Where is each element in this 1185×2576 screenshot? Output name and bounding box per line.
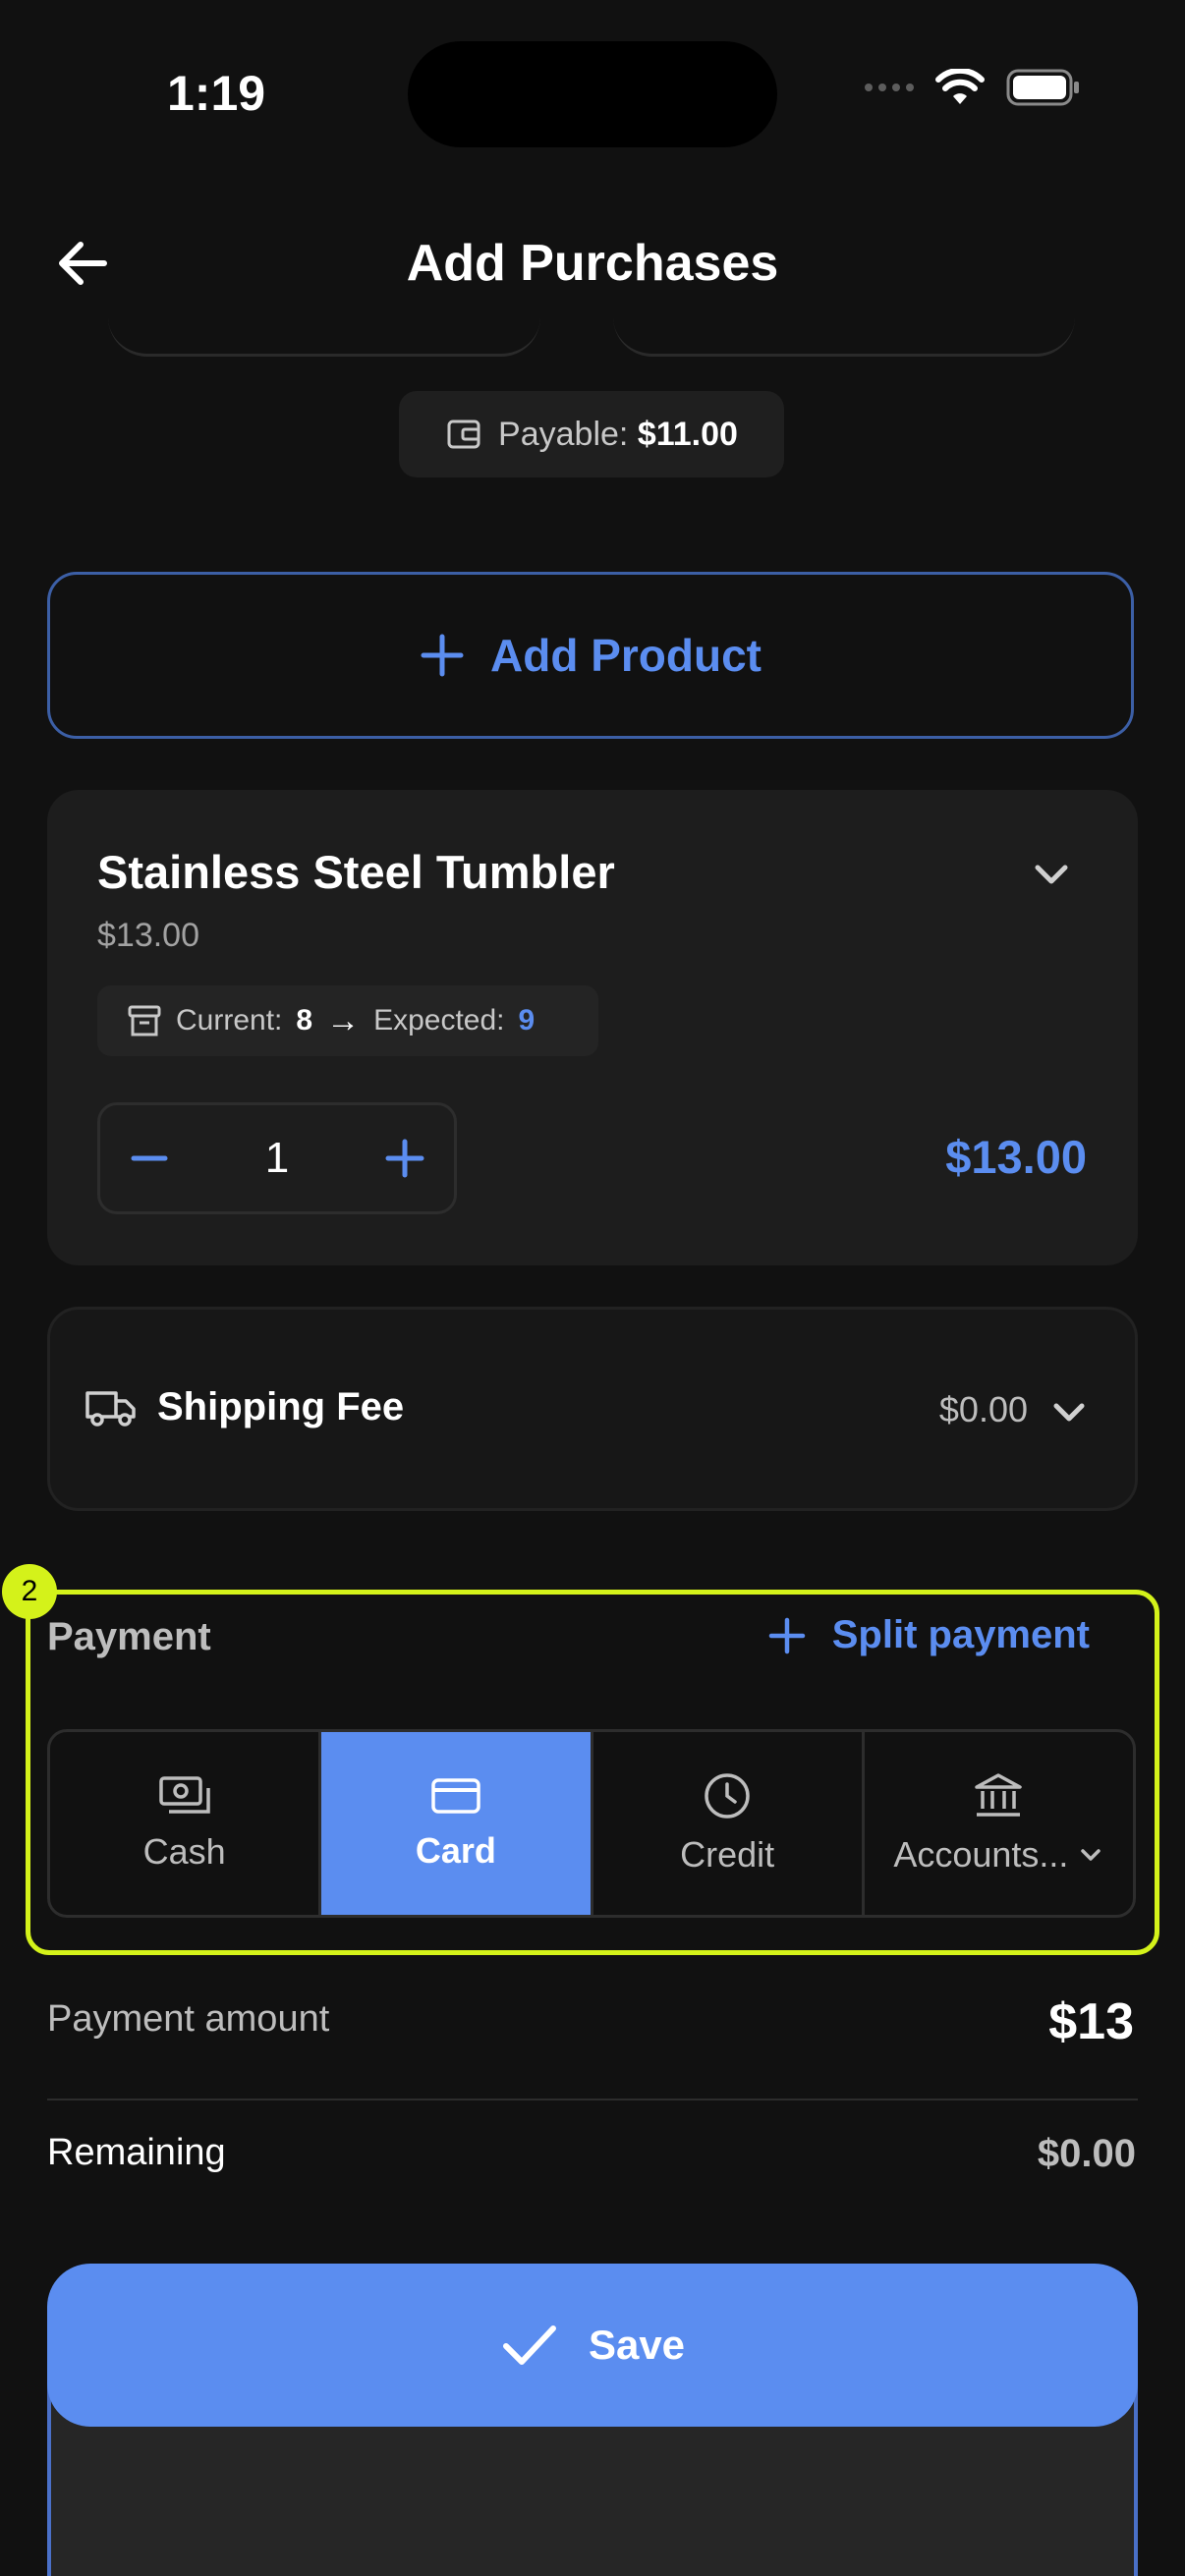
divider — [47, 2099, 1138, 2100]
stock-chip: Current: 8 → Expected: 9 — [97, 985, 598, 1056]
payment-method-card[interactable]: Card — [321, 1732, 593, 1915]
payment-method-label: Card — [415, 1830, 496, 1871]
product-expand-button[interactable] — [1030, 853, 1073, 896]
product-name: Stainless Steel Tumbler — [97, 846, 615, 898]
status-time: 1:19 — [167, 66, 266, 121]
split-payment-label: Split payment — [831, 1613, 1090, 1656]
page-title: Add Purchases — [406, 235, 779, 292]
payable-label: Payable: — [498, 415, 629, 453]
summary-card-right — [613, 295, 1075, 357]
payment-amount-label: Payment amount — [47, 1998, 330, 2040]
arrow-right-icon: → — [326, 1001, 361, 1039]
product-price: $13.00 — [97, 917, 199, 954]
expected-stock-value: 9 — [518, 1004, 536, 1036]
decrement-button[interactable] — [128, 1137, 171, 1180]
summary-card-left — [108, 295, 540, 357]
quantity-stepper: 1 — [97, 1102, 457, 1214]
bank-icon — [975, 1773, 1023, 1817]
line-total: $13.00 — [945, 1131, 1087, 1183]
payment-method-selector: Cash Card Credit Accounts... — [47, 1729, 1136, 1918]
payment-method-label: Cash — [142, 1831, 226, 1872]
battery-icon — [1006, 69, 1079, 106]
shipping-fee-label: Shipping Fee — [157, 1385, 405, 1428]
shipping-fee-value: $0.00 — [938, 1389, 1028, 1429]
increment-button[interactable] — [383, 1137, 426, 1180]
chevron-down-icon — [1035, 865, 1068, 884]
payment-method-cash[interactable]: Cash — [50, 1732, 322, 1915]
quantity-value[interactable]: 1 — [265, 1134, 289, 1183]
add-product-button[interactable]: Add Product — [47, 572, 1134, 739]
save-button[interactable]: Save — [47, 2264, 1138, 2427]
chevron-down-icon — [1081, 1849, 1101, 1861]
cellular-signal-icon — [865, 84, 914, 91]
plus-icon — [421, 634, 464, 677]
clock-icon — [705, 1773, 750, 1819]
save-label: Save — [588, 2322, 686, 2368]
plus-icon — [385, 1139, 424, 1178]
card-icon — [431, 1778, 480, 1814]
remaining-label: Remaining — [47, 2132, 226, 2173]
split-payment-button[interactable]: Split payment — [767, 1613, 1090, 1657]
payment-title: Payment — [47, 1615, 211, 1658]
add-product-label: Add Product — [490, 630, 762, 681]
payable-chip: Payable: $11.00 — [399, 391, 784, 477]
payment-method-label: Credit — [680, 1834, 775, 1875]
chevron-down-icon — [1049, 1393, 1089, 1432]
wifi-icon — [935, 69, 985, 104]
current-stock-label: Current: — [176, 1004, 283, 1036]
checkmark-icon — [502, 2325, 556, 2365]
payment-method-credit[interactable]: Credit — [593, 1732, 865, 1915]
remaining-value: $0.00 — [1037, 2132, 1136, 2175]
truck-icon — [85, 1385, 138, 1428]
payment-method-accounts[interactable]: Accounts... — [865, 1732, 1133, 1915]
expected-stock-label: Expected: — [373, 1004, 505, 1036]
current-stock-value: 8 — [296, 1004, 313, 1036]
wallet-icon — [447, 420, 480, 449]
cash-icon — [158, 1776, 210, 1814]
plus-icon — [768, 1617, 805, 1653]
status-icons — [865, 69, 1081, 106]
dynamic-island — [408, 41, 777, 147]
annotation-badge: 2 — [2, 1564, 57, 1619]
minus-icon — [131, 1155, 168, 1161]
payment-amount-value[interactable]: $13 — [1048, 1992, 1134, 2051]
archive-icon — [128, 1005, 161, 1036]
payment-method-label: Accounts... — [893, 1834, 1069, 1875]
payable-amount: $11.00 — [637, 415, 738, 453]
